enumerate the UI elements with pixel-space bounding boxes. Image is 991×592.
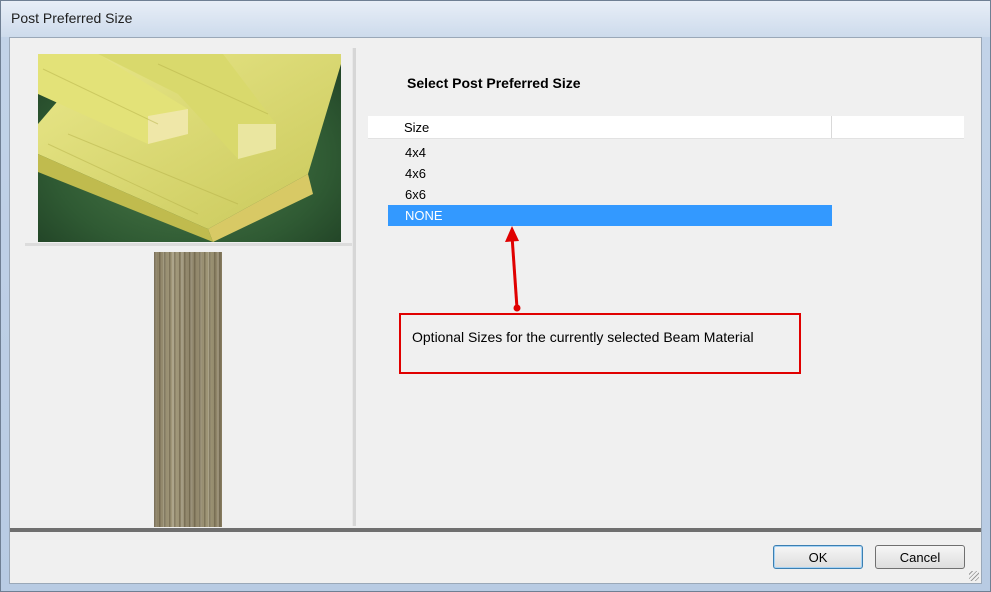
lumber-boards-image [38, 54, 341, 242]
size-row-none[interactable]: NONE [388, 205, 832, 226]
size-row-4x4[interactable]: 4x4 [388, 142, 832, 163]
material-preview-panel [22, 46, 353, 528]
size-list: 4x4 4x6 6x6 NONE [388, 142, 832, 226]
dialog-footer: OK Cancel [10, 532, 981, 583]
annotation-callout: Optional Sizes for the currently selecte… [399, 313, 801, 374]
size-row-4x6[interactable]: 4x6 [388, 163, 832, 184]
dialog-client-area: Select Post Preferred Size Size 4x4 4x6 … [9, 37, 982, 584]
column-separator[interactable] [831, 116, 832, 138]
lumber-boards-drawing [38, 54, 341, 242]
preview-divider [25, 243, 353, 246]
annotation-arrow [505, 226, 521, 312]
size-table: Size 4x4 4x6 6x6 NONE [368, 116, 964, 226]
table-header: Size [368, 116, 964, 139]
annotation-text: Optional Sizes for the currently selecte… [412, 329, 754, 345]
column-header-size[interactable]: Size [404, 120, 429, 135]
wood-grain-texture [154, 252, 222, 527]
cancel-button[interactable]: Cancel [875, 545, 965, 569]
window-title: Post Preferred Size [11, 10, 133, 26]
resize-grip-icon[interactable] [969, 571, 979, 581]
dialog-window: Post Preferred Size Select Post Preferre… [0, 0, 991, 592]
panel-splitter[interactable] [352, 48, 356, 526]
ok-button[interactable]: OK [773, 545, 863, 569]
title-bar[interactable]: Post Preferred Size [1, 1, 990, 37]
size-row-6x6[interactable]: 6x6 [388, 184, 832, 205]
select-size-heading: Select Post Preferred Size [407, 75, 581, 91]
